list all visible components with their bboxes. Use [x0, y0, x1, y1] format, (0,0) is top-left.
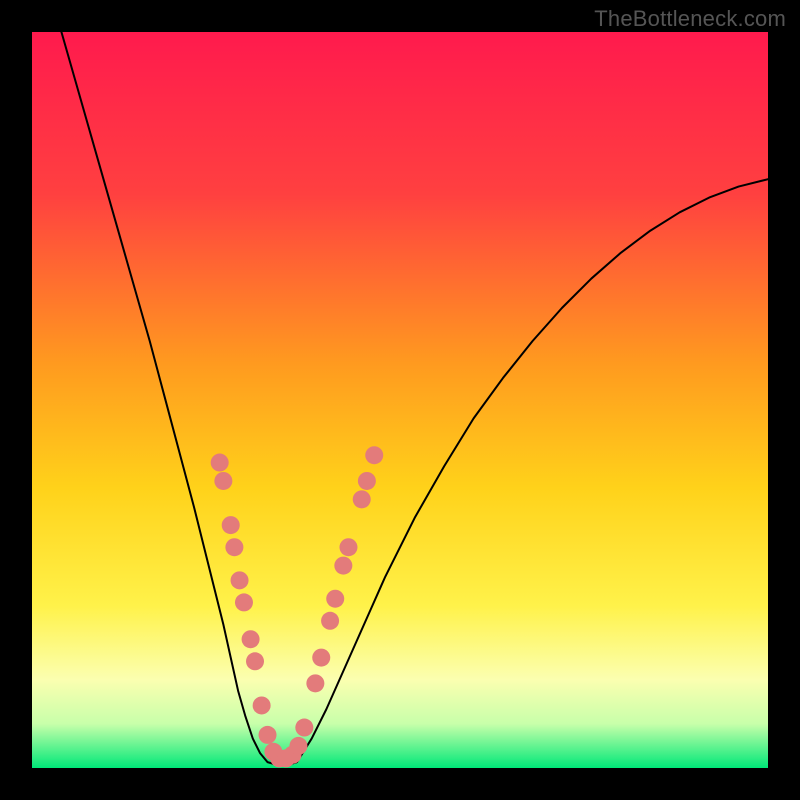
highlight-dot: [358, 472, 376, 490]
highlight-dot: [334, 557, 352, 575]
watermark-text: TheBottleneck.com: [594, 6, 786, 32]
bottleneck-chart: [32, 32, 768, 768]
highlight-dot: [326, 590, 344, 608]
highlight-dot: [339, 538, 357, 556]
highlight-dot: [231, 571, 249, 589]
highlight-dot: [353, 490, 371, 508]
highlight-dot: [321, 612, 339, 630]
highlight-dot: [222, 516, 240, 534]
highlight-dot: [253, 696, 271, 714]
highlight-dot: [211, 454, 229, 472]
highlight-dot: [289, 737, 307, 755]
highlight-dot: [295, 719, 313, 737]
highlight-dot: [259, 726, 277, 744]
plot-area: [32, 32, 768, 768]
gradient-background: [32, 32, 768, 768]
outer-frame: TheBottleneck.com: [0, 0, 800, 800]
highlight-dot: [306, 674, 324, 692]
highlight-dot: [214, 472, 232, 490]
highlight-dot: [312, 649, 330, 667]
highlight-dot: [246, 652, 264, 670]
highlight-dot: [365, 446, 383, 464]
highlight-dot: [242, 630, 260, 648]
highlight-dot: [235, 593, 253, 611]
highlight-dot: [225, 538, 243, 556]
